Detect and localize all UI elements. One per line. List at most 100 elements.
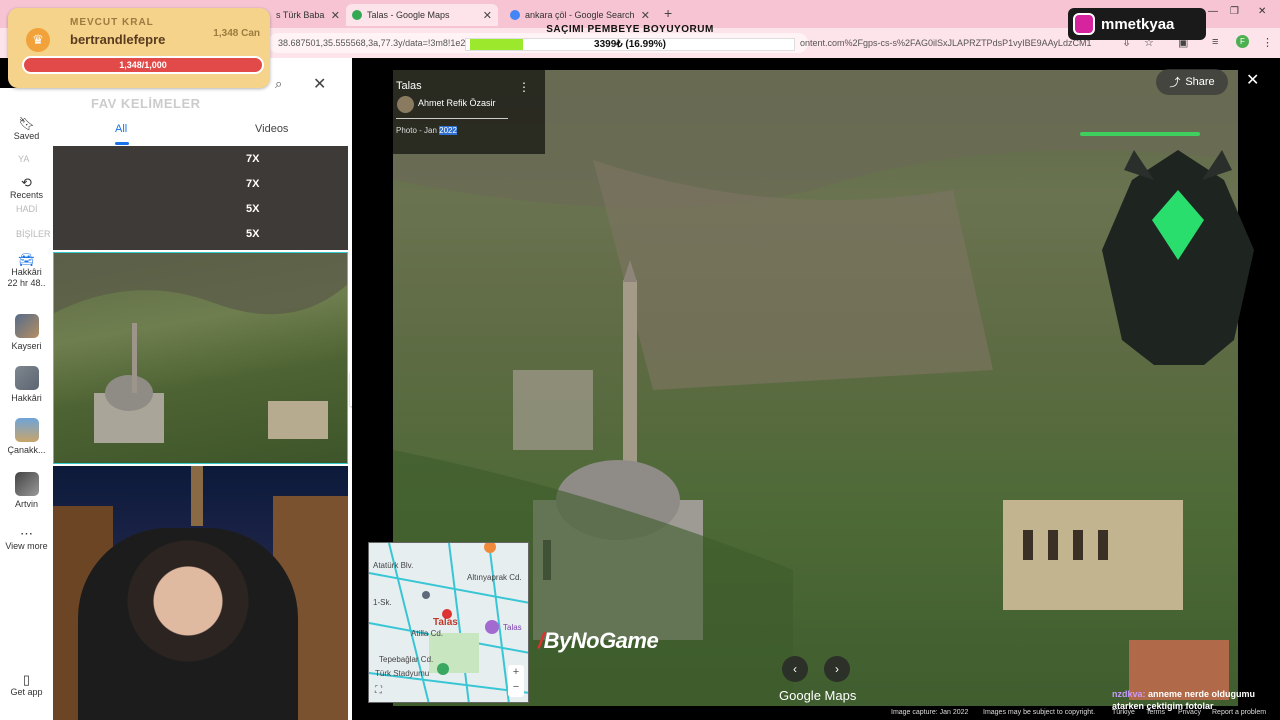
rail-place-hakkari[interactable]: Hakkâri <box>0 366 53 404</box>
window-close-icon[interactable]: ✕ <box>1258 6 1266 17</box>
chat-message: nzdkva: anneme nerde oldugumu atarken çe… <box>1112 688 1272 712</box>
map-place-label[interactable]: Talas <box>433 617 458 628</box>
street-label: Atatürk Blv. <box>373 561 414 570</box>
chat-user: nzdkva: <box>1112 689 1146 699</box>
rail-label: Artvin <box>14 499 38 509</box>
instagram-icon <box>1073 13 1095 35</box>
rail-saved[interactable]: 🔖︎ Saved <box>0 116 53 142</box>
screen: s Türk Baba ✕ Talas - Google Maps ✕ anka… <box>0 0 1280 720</box>
expand-icon[interactable]: ⛶ <box>375 685 382 696</box>
minimize-icon[interactable]: — <box>1208 6 1218 17</box>
rail-label: View more <box>5 541 48 551</box>
tab-videos[interactable]: Videos <box>255 123 288 135</box>
more-dots-icon: ⋯ <box>20 526 33 541</box>
history-icon: ⟲ <box>21 175 32 190</box>
top-donor-progress: 1,348/1,000 <box>22 56 264 74</box>
tab-label: s Türk Baba <box>276 10 325 20</box>
rail-get-app[interactable]: ▯ Get app <box>0 672 53 698</box>
photo-thumbnail-selected[interactable] <box>53 252 348 464</box>
rail-label: Kayseri <box>11 341 42 351</box>
top-donor-widget: ♛ MEVCUT KRAL bertrandlefepre 1,348 Can … <box>8 8 270 88</box>
divider <box>396 118 508 119</box>
rail-place-canakkale[interactable]: Çanakk... <box>0 418 53 456</box>
close-icon[interactable]: ✕ <box>313 74 326 94</box>
crown-icon: ♛ <box>26 28 50 52</box>
street-label: Atilla Cd. <box>411 629 444 638</box>
top-donor-name: bertrandlefepre <box>70 32 166 47</box>
rail-recents-label: Recents <box>9 190 44 200</box>
rail-label: Çanakk... <box>7 445 46 455</box>
goal-title: SAÇIMI PEMBEYE BOYUYORUM <box>546 24 714 35</box>
more-vert-icon[interactable]: ⋮ <box>518 80 530 94</box>
mini-map[interactable]: Atatürk Blv. Altınyaprak Cd. 1-Sk. Tepeb… <box>368 542 529 703</box>
next-photo-button[interactable]: › <box>824 656 850 682</box>
rail-view-more[interactable]: ⋯ View more <box>0 526 53 552</box>
rail-recent-hakkari[interactable]: 🚘︎ Hakkâri 22 hr 48.. <box>0 252 53 289</box>
share-label: Share <box>1185 76 1215 88</box>
maps-pin-icon <box>352 10 362 20</box>
new-tab-button[interactable]: + <box>664 5 672 21</box>
reading-list-icon[interactable]: ≡ <box>1212 36 1218 48</box>
maps-side-rail: 🔖︎ Saved YA ⟲ Recents HADİ BİŞİLER 🚘︎ Ha… <box>0 88 53 720</box>
phone-icon: ▯ <box>22 672 31 687</box>
zoom-control[interactable]: + − <box>508 665 524 697</box>
search-icon[interactable]: ⌕ <box>275 76 282 92</box>
place-thumbnail <box>14 366 39 390</box>
close-icon[interactable]: ✕ <box>483 9 492 22</box>
google-icon <box>510 10 520 20</box>
rail-label: Hakkâri <box>11 393 42 403</box>
street-label: Tepebağlar Cd. <box>379 655 434 664</box>
profile-avatar[interactable]: F <box>1236 35 1249 48</box>
street-label: 1-Sk. <box>373 598 392 607</box>
map-poi-label[interactable]: Talas <box>503 623 522 632</box>
close-icon[interactable]: ✕ <box>1246 70 1259 90</box>
tab-turk-baba[interactable]: s Türk Baba ✕ <box>270 4 346 26</box>
rail-sublabel: 22 hr 48.. <box>7 278 46 288</box>
multiplier-label: 5X <box>246 228 260 240</box>
instagram-handle: mmetkyaa <box>1101 15 1175 33</box>
thumbnail-scene <box>54 253 347 443</box>
fav-words-overlay: FAV KELİMELER <box>91 96 201 111</box>
top-donor-label: MEVCUT KRAL <box>70 17 154 28</box>
previous-photo-button[interactable]: ‹ <box>782 656 808 682</box>
close-icon[interactable]: ✕ <box>641 9 650 22</box>
rail-place-kayseri[interactable]: Kayseri <box>0 314 53 352</box>
tab-label: ankara çöl - Google Search <box>525 10 635 20</box>
overlay-word: BİŞİLER <box>16 229 51 239</box>
avatar[interactable] <box>397 96 414 113</box>
place-thumbnail <box>14 314 39 338</box>
photo-date-prefix: Photo - Jan <box>396 126 440 135</box>
sponsor-text: ByNoGame <box>543 628 659 653</box>
bookmark-icon: 🔖︎ <box>18 116 35 131</box>
close-icon[interactable]: ✕ <box>331 9 340 22</box>
rail-label: Hakkâri <box>11 267 42 277</box>
tab-all[interactable]: All <box>115 123 127 135</box>
share-button[interactable]: ⤴ Share <box>1156 69 1228 95</box>
rail-recents[interactable]: ⟲ Recents <box>0 175 53 201</box>
monster-overlay <box>1102 150 1254 365</box>
photo-date: Photo - Jan 2022 <box>396 126 457 135</box>
place-name[interactable]: Talas <box>396 80 422 92</box>
photo-thumbnail[interactable]: 7X 7X 5X 5X <box>53 146 348 250</box>
maximize-icon[interactable]: ❐ <box>1230 6 1239 17</box>
overlay-word: HADİ <box>16 204 38 214</box>
photo-info-card: Talas Ahmet Refik Özasir ⋮ Photo - Jan 2… <box>392 70 545 154</box>
car-icon: 🚘︎ <box>18 252 35 267</box>
url-field-tail[interactable]: ontent.com%2Fgps-cs-s%2FAG0ilSxJLAPRZTPd… <box>798 33 1098 53</box>
multiplier-label: 7X <box>246 153 260 165</box>
place-thumbnail <box>14 472 39 496</box>
multiplier-label: 5X <box>246 203 260 215</box>
browser-menu-icon[interactable]: ⋮ <box>1262 36 1273 49</box>
photo-author[interactable]: Ahmet Refik Özasir <box>418 98 496 108</box>
image-capture-date: Image capture: Jan 2022 <box>891 709 969 716</box>
street-label: Türk Stadyumu <box>375 669 430 678</box>
photo-date-year: 2022 <box>439 126 457 135</box>
multiplier-label: 7X <box>246 178 260 190</box>
tab-talas-google-maps[interactable]: Talas - Google Maps ✕ <box>346 4 498 26</box>
donation-goal-widget: SAÇIMI PEMBEYE BOYUYORUM 3399₺ (16.99%) <box>460 24 800 58</box>
goal-bar: 3399₺ (16.99%) <box>465 38 795 51</box>
place-thumbnail <box>14 418 39 442</box>
rail-place-artvin[interactable]: Artvin <box>0 472 53 510</box>
tab-google-search[interactable]: ankara çöl - Google Search ✕ <box>504 4 656 26</box>
tab-label: Talas - Google Maps <box>367 10 450 20</box>
